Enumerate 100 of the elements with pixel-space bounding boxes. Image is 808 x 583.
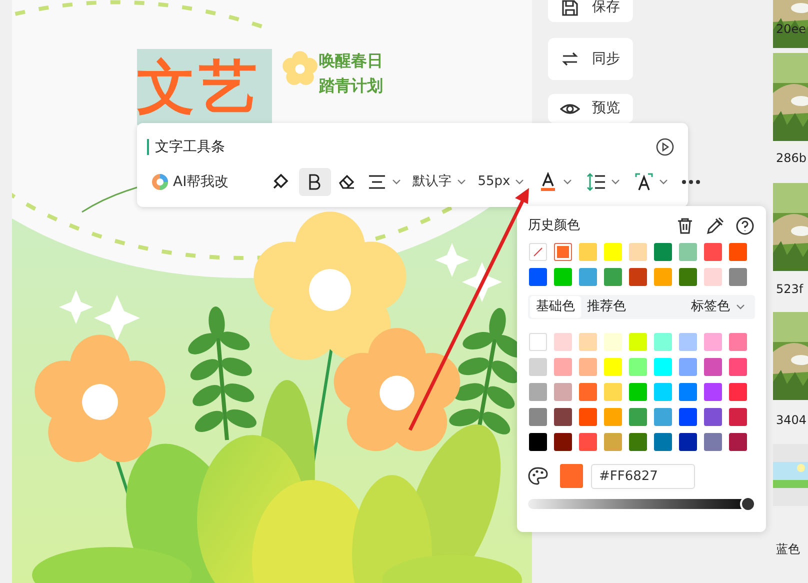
color-swatch[interactable]	[579, 268, 597, 286]
subtitle-text: 踏青计划	[319, 76, 383, 96]
color-swatch[interactable]	[554, 358, 572, 376]
opacity-slider[interactable]	[528, 496, 756, 512]
asset-label: 蓝色	[776, 541, 800, 558]
eyedropper-icon[interactable]	[705, 216, 725, 236]
color-swatch[interactable]	[729, 243, 747, 261]
color-swatch[interactable]	[554, 243, 572, 261]
more-icon	[682, 180, 700, 184]
color-swatch[interactable]	[679, 333, 697, 351]
color-swatch[interactable]	[704, 433, 722, 451]
color-swatch[interactable]	[654, 358, 672, 376]
eraser-icon	[336, 172, 357, 192]
slider-thumb[interactable]	[740, 496, 756, 512]
current-color-swatch	[560, 464, 583, 488]
color-swatch[interactable]	[604, 383, 622, 401]
play-icon[interactable]	[656, 138, 674, 156]
color-swatch[interactable]	[729, 383, 747, 401]
headline-text: 文艺	[137, 49, 272, 125]
color-swatch[interactable]	[579, 383, 597, 401]
color-swatch[interactable]	[554, 333, 572, 351]
ai-rewrite-button[interactable]: AI帮我改	[147, 169, 233, 195]
color-swatch[interactable]	[579, 358, 597, 376]
color-swatch[interactable]	[679, 243, 697, 261]
color-swatch[interactable]	[604, 268, 622, 286]
no-color-swatch[interactable]	[529, 243, 547, 261]
color-swatch[interactable]	[679, 383, 697, 401]
asset-label: 20ee	[776, 21, 806, 38]
subtitle-text: 唤醒春日	[319, 51, 383, 71]
color-swatch[interactable]	[654, 383, 672, 401]
hex-input-field[interactable]: #FF6827	[591, 464, 695, 488]
color-swatch[interactable]	[554, 408, 572, 426]
color-swatch[interactable]	[529, 383, 547, 401]
palette-tab[interactable]: 基础色	[530, 296, 581, 318]
sidebar-button[interactable]: 保存	[548, 0, 633, 22]
color-swatch[interactable]	[654, 268, 672, 286]
flower-icon	[282, 51, 318, 87]
trash-icon[interactable]	[675, 216, 695, 236]
size-dropdown[interactable]: 55px	[474, 168, 528, 196]
color-swatch[interactable]	[629, 358, 647, 376]
color-swatch[interactable]	[679, 433, 697, 451]
color-swatch[interactable]	[704, 408, 722, 426]
color-swatch[interactable]	[729, 358, 747, 376]
color-swatch[interactable]	[529, 408, 547, 426]
color-swatch[interactable]	[679, 358, 697, 376]
color-swatch[interactable]	[554, 383, 572, 401]
color-swatch[interactable]	[604, 243, 622, 261]
color-swatch[interactable]	[704, 358, 722, 376]
asset-label: 286b	[776, 150, 807, 167]
asset-label: 3404	[776, 412, 807, 429]
caret-icon	[736, 304, 745, 310]
section-title: 历史颜色	[528, 217, 580, 236]
color-swatch[interactable]	[679, 408, 697, 426]
align-icon	[366, 172, 387, 192]
tag-color-dropdown[interactable]: 标签色	[691, 297, 753, 317]
save-icon	[560, 0, 580, 18]
color-swatch[interactable]	[629, 433, 647, 451]
color-swatch[interactable]	[579, 333, 597, 351]
color-swatch[interactable]	[654, 433, 672, 451]
color-swatch[interactable]	[554, 268, 572, 286]
color-swatch[interactable]	[604, 358, 622, 376]
color-swatch[interactable]	[729, 408, 747, 426]
color-swatch[interactable]	[704, 383, 722, 401]
asset-label: 523f	[776, 281, 804, 298]
color-swatch[interactable]	[529, 268, 547, 286]
color-swatch[interactable]	[604, 333, 622, 351]
bold-button[interactable]	[298, 168, 331, 196]
color-swatch[interactable]	[704, 243, 722, 261]
color-swatch[interactable]	[629, 243, 647, 261]
color-swatch[interactable]	[679, 268, 697, 286]
sidebar-button[interactable]: 同步	[548, 38, 633, 80]
palette-icon	[528, 466, 548, 486]
color-swatch[interactable]	[629, 268, 647, 286]
color-swatch[interactable]	[629, 333, 647, 351]
color-swatch[interactable]	[629, 383, 647, 401]
color-swatch[interactable]	[654, 408, 672, 426]
color-swatch[interactable]	[654, 243, 672, 261]
color-swatch[interactable]	[704, 333, 722, 351]
color-swatch[interactable]	[704, 268, 722, 286]
color-swatch[interactable]	[604, 433, 622, 451]
color-swatch[interactable]	[529, 333, 547, 351]
color-swatch[interactable]	[554, 433, 572, 451]
ai-logo-icon	[151, 173, 169, 191]
color-swatch[interactable]	[729, 433, 747, 451]
sidebar-button[interactable]: 预览	[548, 94, 633, 123]
help-icon[interactable]	[735, 216, 755, 236]
color-swatch[interactable]	[604, 408, 622, 426]
color-swatch[interactable]	[729, 268, 747, 286]
palette-tab[interactable]: 推荐色	[581, 296, 632, 318]
line-spacing-icon	[586, 172, 606, 192]
color-swatch[interactable]	[729, 333, 747, 351]
color-swatch[interactable]	[579, 408, 597, 426]
color-swatch[interactable]	[629, 408, 647, 426]
font-dropdown[interactable]: 默认字	[408, 168, 470, 196]
color-swatch[interactable]	[654, 333, 672, 351]
color-swatch[interactable]	[579, 433, 597, 451]
color-swatch[interactable]	[579, 243, 597, 261]
color-swatch[interactable]	[529, 358, 547, 376]
color-swatch[interactable]	[529, 433, 547, 451]
toolbar-title: 文字工具条	[155, 138, 225, 156]
